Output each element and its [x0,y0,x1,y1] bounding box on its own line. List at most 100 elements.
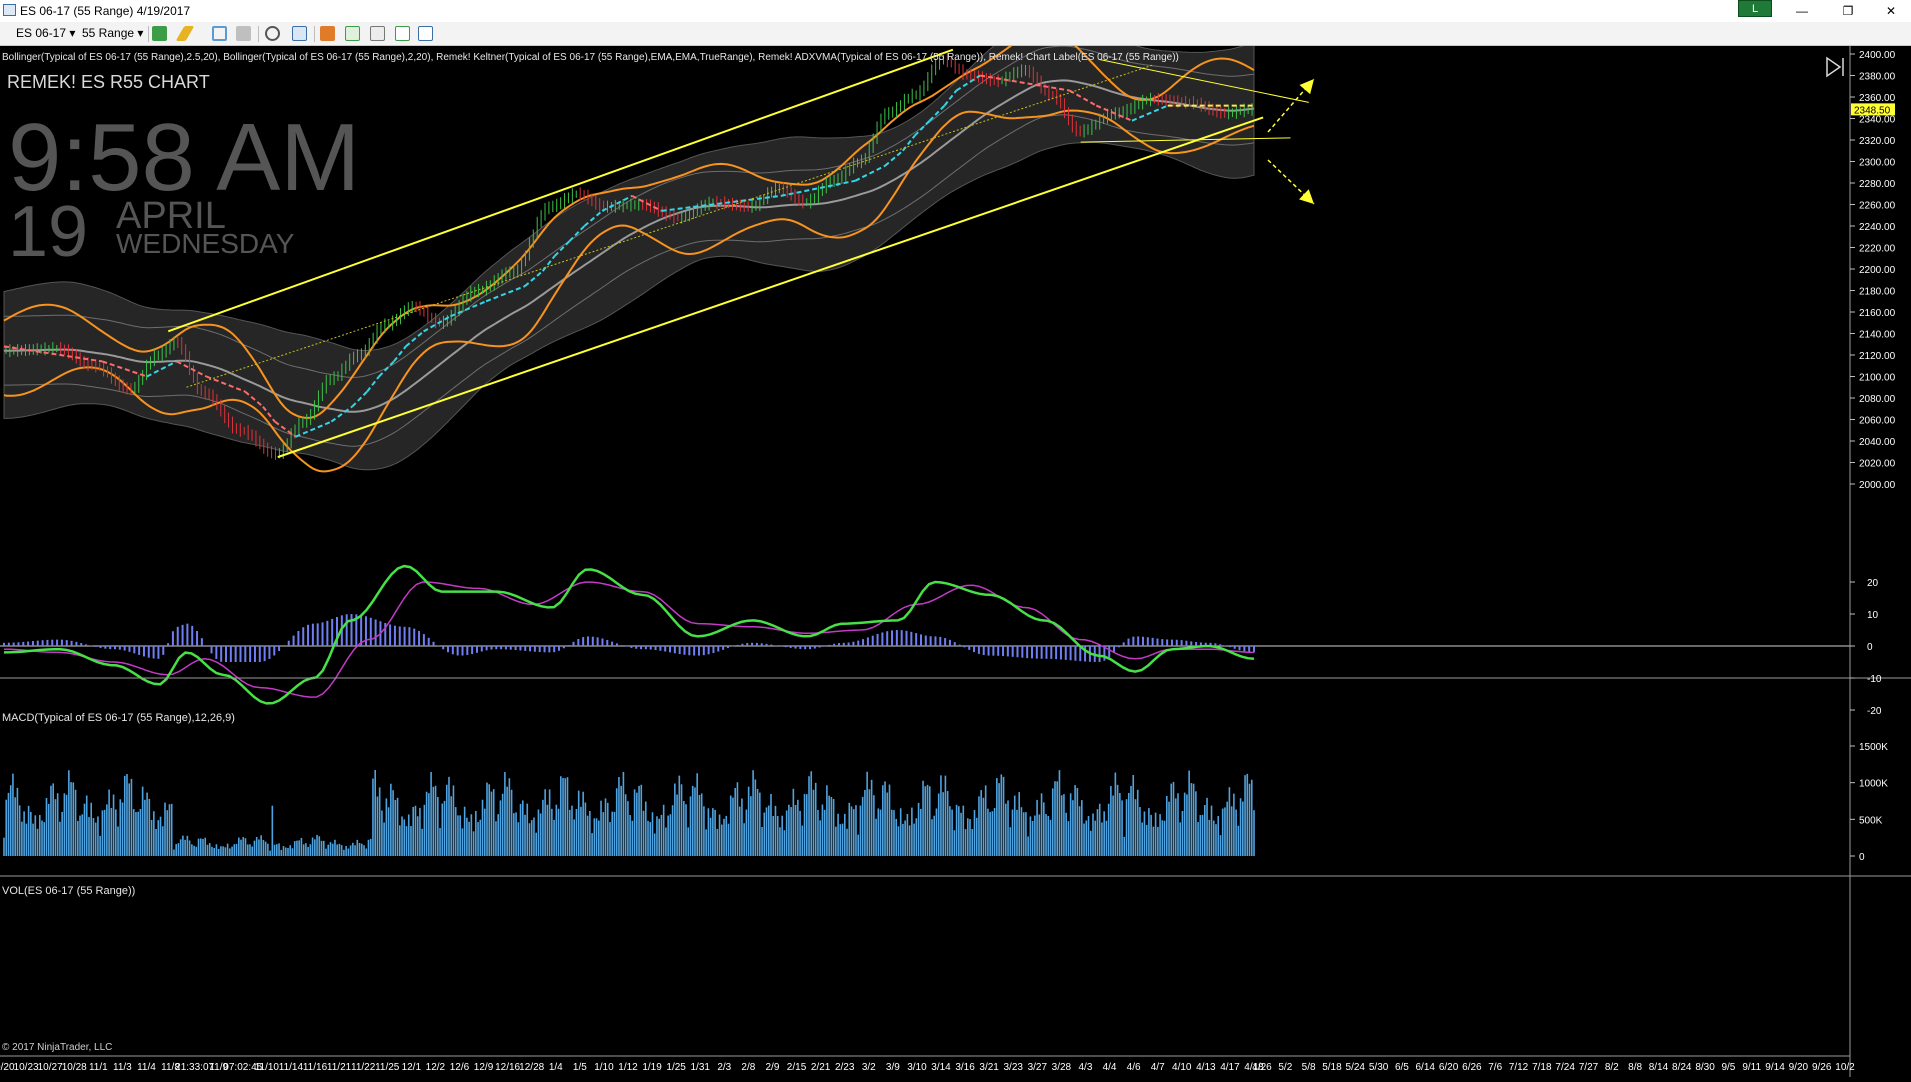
time-axis-label: 5/30 [1369,1062,1389,1073]
chart-label: REMEK! ES R55 CHART [7,72,210,92]
price-axis-label: 2180.00 [1859,287,1896,298]
chevron-down-icon: ▾ [137,26,144,40]
close-icon[interactable]: ✕ [1868,0,1911,22]
bar-type-icon[interactable] [152,26,167,41]
time-axis-label: 11/21 [327,1062,352,1073]
price-axis-label: 2240.00 [1859,222,1896,233]
time-axis-label: 6/20 [1439,1062,1459,1073]
time-axis-label: 4/6 [1127,1062,1141,1073]
time-axis-label: 2/3 [717,1062,731,1073]
minimize-icon[interactable]: — [1779,0,1825,22]
time-axis-label: 5/18 [1322,1062,1342,1073]
time-axis-label: 9/11 [1742,1062,1761,1073]
price-axis-label: 2100.00 [1859,373,1896,384]
time-axis-label: 12/2 [426,1062,446,1073]
time-axis-label: 9/26 [1812,1062,1832,1073]
price-axis-label: 2060.00 [1859,416,1896,427]
volume-axis-label: 500K [1859,815,1883,826]
time-axis-label: 6/26 [1462,1062,1482,1073]
time-axis-label: 2/9 [766,1062,780,1073]
macd-label: MACD(Typical of ES 06-17 (55 Range),12,2… [2,712,235,724]
time-axis-label: 3/2 [862,1062,876,1073]
time-axis-label: 11/25 [375,1062,400,1073]
time-axis-label: 1/19 [642,1062,662,1073]
price-axis-label: 2200.00 [1859,265,1896,276]
clock-day: 19 [8,192,88,272]
price-axis-label: 2260.00 [1859,201,1896,212]
time-axis-label: 7/24 [1555,1062,1575,1073]
price-axis-label: 2080.00 [1859,394,1896,405]
time-axis-label: 3/27 [1028,1062,1048,1073]
time-axis-label: 10/27 [38,1062,63,1073]
time-axis-label: 1/5 [573,1062,587,1073]
time-axis-label: 5/2 [1278,1062,1292,1073]
time-axis-label: 12/1 [402,1062,422,1073]
zoom-icon[interactable] [265,26,280,41]
macd-axis-label: 10 [1867,610,1879,621]
time-axis-label: 9/14 [1765,1062,1785,1073]
price-axis-label: 2320.00 [1859,136,1896,147]
time-axis-label: 3/28 [1052,1062,1072,1073]
maximize-icon[interactable]: ❐ [1825,0,1871,22]
time-axis-label: 1/10 [594,1062,614,1073]
eraser-icon[interactable] [236,26,251,41]
volume-axis-label: 1500K [1859,742,1888,753]
chart-area[interactable]: Bollinger(Typical of ES 06-17 (55 Range)… [0,13,1911,1077]
time-axis-label: 7/6 [1488,1062,1502,1073]
time-axis-label: 3/10 [907,1062,927,1073]
time-axis-label: 11/14 [279,1062,304,1073]
time-axis-label: 5/24 [1346,1062,1366,1073]
time-axis-label: 4/17 [1220,1062,1240,1073]
app-icon [3,4,16,16]
chart-toolbar: ES 06-17 ▾ 55 Range ▾ [0,22,1911,46]
link-badge[interactable]: L [1738,0,1772,17]
toolbar-divider [258,26,259,42]
price-axis-label: 2120.00 [1859,351,1896,362]
properties-icon[interactable] [292,26,307,41]
window-linking-icon[interactable] [395,26,410,41]
price-axis-label: 2300.00 [1859,158,1896,169]
time-axis-label: 4/13 [1196,1062,1216,1073]
volume-axis-label: 1000K [1859,779,1888,790]
clock-weekday: WEDNESDAY [116,228,295,259]
time-axis-label: 11/16 [303,1062,328,1073]
time-axis-label: 8/2 [1605,1062,1619,1073]
interval-dropdown[interactable]: 55 Range ▾ [80,26,145,40]
instrument-dropdown[interactable]: ES 06-17 ▾ [14,26,77,40]
chart-trader-icon[interactable] [418,26,433,41]
indicators-icon[interactable] [345,26,360,41]
time-axis-label: 5/8 [1302,1062,1316,1073]
time-axis-label: 1/25 [666,1062,686,1073]
time-axis-label: 6/14 [1416,1062,1436,1073]
drawing-tools-icon[interactable] [212,26,227,41]
copyright-text: © 2017 NinjaTrader, LLC [2,1042,112,1053]
pencil-icon[interactable] [175,26,195,41]
time-axis-label: 6/5 [1395,1062,1409,1073]
interval-label: 55 Range [82,26,135,40]
time-axis-label: 11/4 [137,1062,156,1073]
time-axis-label: 12/28 [519,1062,544,1073]
time-axis-label: 2/15 [787,1062,807,1073]
time-axis-label: 4/4 [1103,1062,1117,1073]
price-axis-label: 2360.00 [1859,93,1896,104]
strategy-icon[interactable] [320,26,335,41]
macd-axis-label: 0 [1867,642,1873,653]
time-axis-label: 3/21 [979,1062,999,1073]
time-axis-label: 9/20 [1789,1062,1809,1073]
macd-axis-label: -20 [1867,706,1882,717]
time-axis-label: 3/23 [1003,1062,1023,1073]
chart-svg[interactable]: Bollinger(Typical of ES 06-17 (55 Range)… [0,13,1911,1077]
title-bar: ES 06-17 (55 Range) 4/19/2017 L — ❐ ✕ [0,0,1911,22]
data-box-icon[interactable] [370,26,385,41]
time-axis-label: 8/24 [1672,1062,1692,1073]
price-axis-label: 2400.00 [1859,50,1896,61]
volume-axis-label: 0 [1859,852,1865,863]
time-axis-label: 4/7 [1151,1062,1165,1073]
time-axis-label: 8/14 [1649,1062,1669,1073]
time-axis-label: 7/12 [1509,1062,1529,1073]
time-axis-label: 2/23 [835,1062,855,1073]
time-axis-label: 4/3 [1079,1062,1093,1073]
indicator-legend: Bollinger(Typical of ES 06-17 (55 Range)… [2,52,1179,63]
price-axis-label: 2000.00 [1859,480,1896,491]
time-axis-label: 10/2 [1835,1062,1855,1073]
